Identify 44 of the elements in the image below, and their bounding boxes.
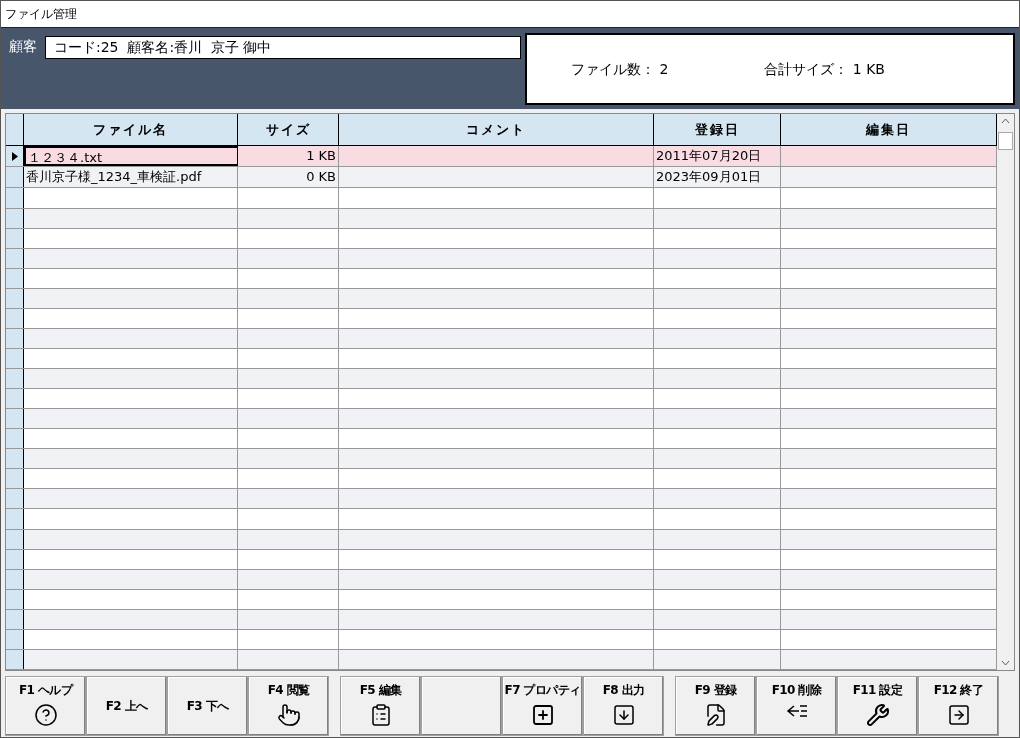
column-header[interactable]: サイズ (238, 114, 339, 146)
function-key-button[interactable]: F8 出力 (583, 676, 664, 736)
download-icon (611, 703, 636, 727)
tools-icon (865, 703, 890, 727)
table-cell: １２３４.txt (24, 146, 238, 167)
customer-label: 顧客 (8, 37, 37, 56)
column-header[interactable]: コメント (339, 114, 654, 146)
function-key-button[interactable]: F11 設定 (837, 676, 918, 736)
function-key-button[interactable]: F2 上へ (86, 676, 167, 736)
table-cell: 香川京子様_1234_車検証.pdf (24, 167, 238, 188)
function-key-button[interactable]: F4 閲覧 (248, 676, 329, 736)
function-key-button[interactable]: F12 終了 (918, 676, 999, 736)
file-count-text: ファイル数： 2 (571, 59, 669, 79)
scroll-down-icon[interactable] (1001, 660, 1010, 666)
table-row[interactable]: 香川京子様_1234_車検証.pdf 0 KB 2023年09月01日 (6, 167, 997, 189)
title-bar: ファイル管理 (1, 1, 1019, 27)
column-header[interactable]: ファイル名 (24, 114, 238, 146)
table-cell: 2023年09月01日 (654, 167, 781, 188)
function-key-button[interactable]: F10 削除 (756, 676, 837, 736)
function-key-button[interactable]: F9 登録 (675, 676, 756, 736)
scroll-thumb[interactable] (998, 132, 1013, 150)
customer-field: コード:25 顧客名:香川 京子 御中 (45, 36, 521, 59)
column-header[interactable]: 編集日 (781, 114, 997, 146)
function-key-button[interactable]: F3 下へ (167, 676, 248, 736)
plus-square-icon (530, 703, 555, 727)
function-key-button[interactable]: F1 ヘルプ (5, 676, 86, 736)
arrow-list-icon (784, 703, 809, 719)
table-cell: 1 KB (238, 146, 339, 167)
function-key-button[interactable]: F7 プロパティ (502, 676, 583, 736)
total-size-text: 合計サイズ： 1 KB (764, 59, 885, 79)
table-cell: 2011年07月20日 (654, 146, 781, 167)
current-row-icon (11, 151, 18, 161)
hand-pointer-icon (276, 703, 301, 727)
table-row[interactable]: １２３４.txt 1 KB 2011年07月20日 (6, 146, 997, 168)
exit-icon (946, 703, 971, 727)
row-header[interactable] (6, 146, 24, 167)
vertical-scrollbar[interactable] (997, 114, 1014, 670)
function-key-button[interactable]: F5 編集 (340, 676, 421, 736)
row-header[interactable] (6, 167, 24, 188)
table-cell: 0 KB (238, 167, 339, 188)
blank-function-button[interactable] (421, 676, 502, 736)
scroll-up-icon[interactable] (1001, 118, 1010, 124)
column-header[interactable]: 登録日 (654, 114, 781, 146)
help-icon (33, 703, 58, 727)
